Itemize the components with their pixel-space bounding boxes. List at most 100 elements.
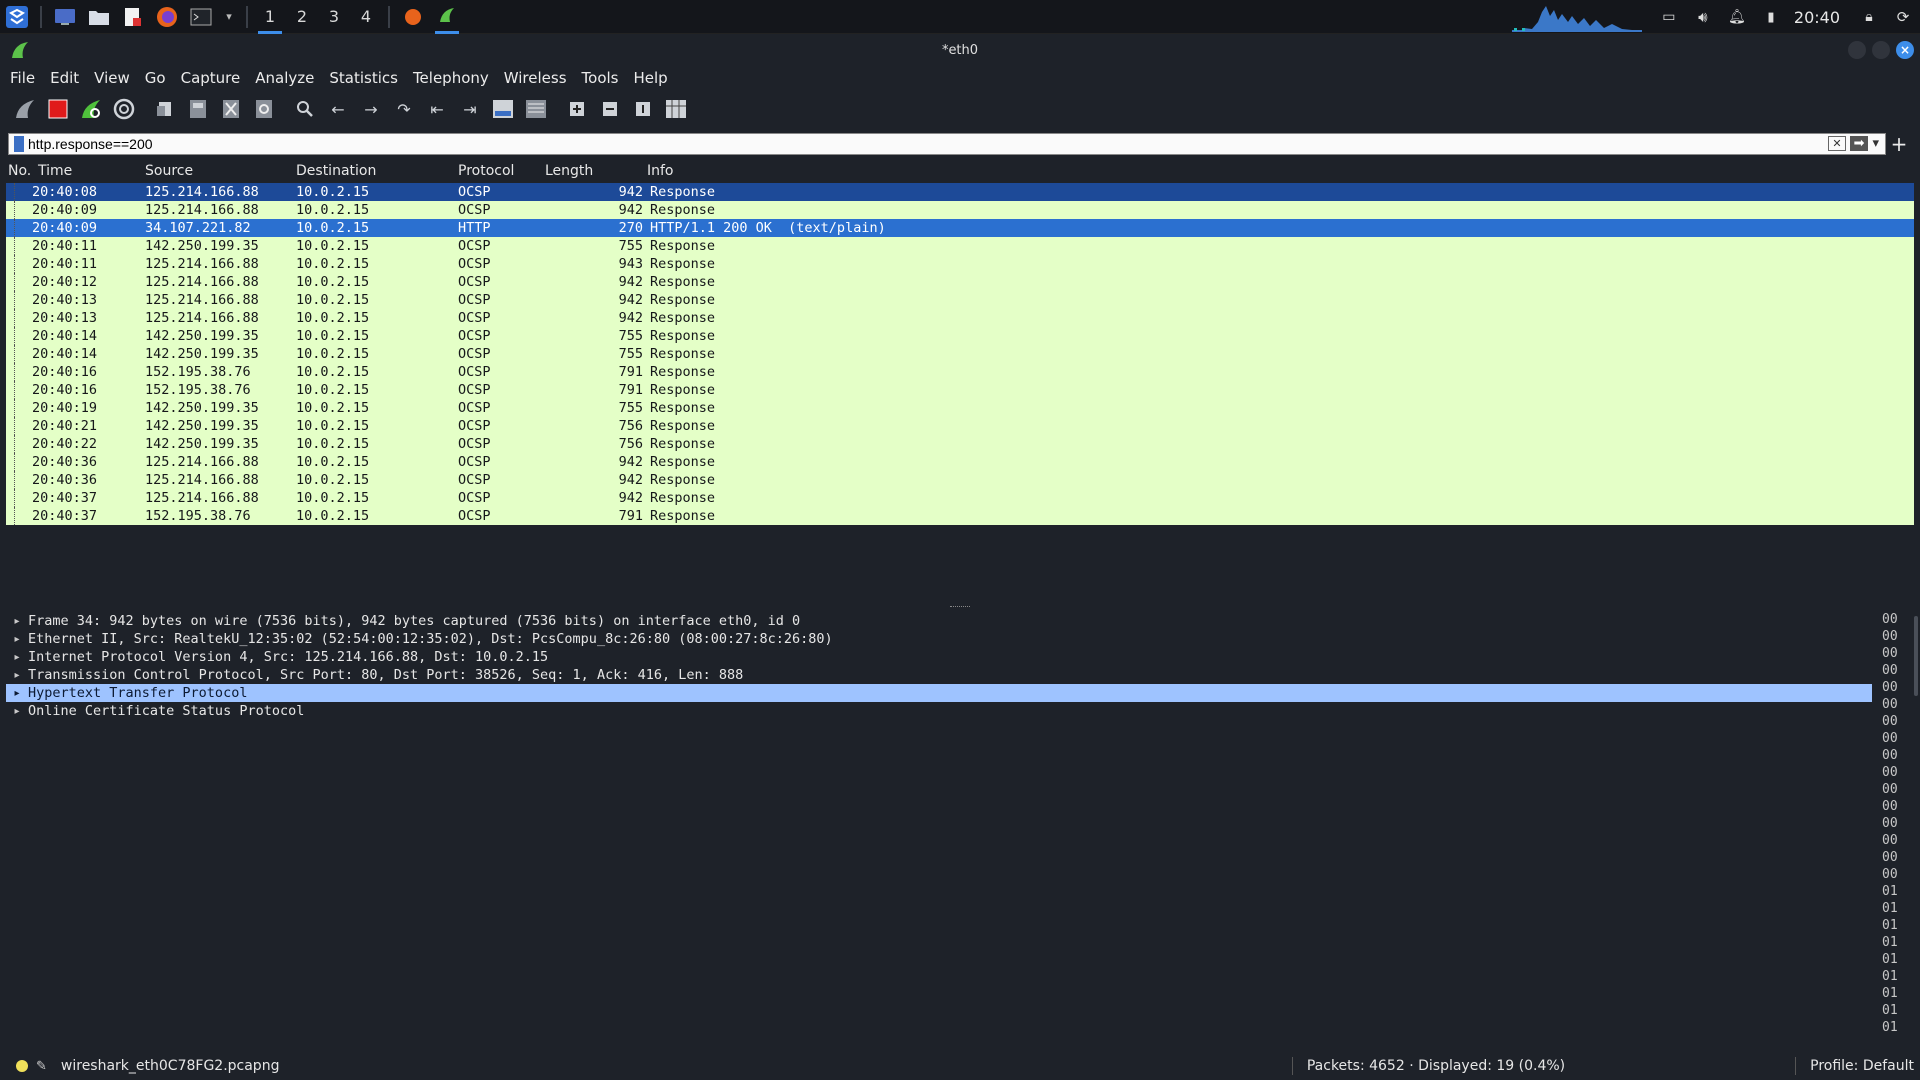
packet-row[interactable]: 20:40:16 152.195.38.76 10.0.2.15 OCSP 791 Res… [6,381,1914,399]
clear-filter-icon[interactable]: ✕ [1828,136,1846,151]
packet-row[interactable]: 20:40:11 125.214.166.88 10.0.2.15 OCSP 943 Re… [6,255,1914,273]
menu-capture[interactable]: Capture [181,69,241,87]
detail-tree-item[interactable]: ▸ Hypertext Transfer Protocol [6,684,1872,702]
zoom-in-icon[interactable] [564,96,590,122]
detail-tree-item[interactable]: ▸ Internet Protocol Version 4, Src: 125.2… [6,648,1872,666]
menu-statistics[interactable]: Statistics [329,69,398,87]
filter-bookmark-icon[interactable] [14,136,24,152]
app-menu-icon[interactable] [5,5,29,29]
go-back-icon[interactable]: ← [325,96,351,122]
close-file-icon[interactable] [218,96,244,122]
notification-bell-icon[interactable]: 🔔︎ [1725,5,1749,29]
menu-wireless[interactable]: Wireless [504,69,567,87]
packet-row[interactable]: 20:40:14 142.250.199.35 10.0.2.15 OCSP 755 Re… [6,327,1914,345]
menu-view[interactable]: View [94,69,130,87]
column-header-no[interactable]: No. [8,163,31,179]
workspace-3[interactable]: 3 [318,0,350,34]
packet-row[interactable]: 20:40:12 125.214.166.88 10.0.2.15 OCSP 942 Re… [6,273,1914,291]
menu-analyze[interactable]: Analyze [255,69,314,87]
detail-tree-item[interactable]: ▸ Ethernet II, Src: RealtekU_12:35:02 (52… [6,630,1872,648]
column-header-time[interactable]: Time [38,163,72,179]
wireshark-window-icon[interactable] [435,0,459,34]
last-packet-icon[interactable]: ⇥ [457,96,483,122]
packet-row[interactable]: 20:40:11 142.250.199.35 10.0.2.15 OCSP 755 Re… [6,237,1914,255]
column-header-destination[interactable]: Destination [296,163,376,179]
volume-icon[interactable]: 🔊︎ [1691,5,1715,29]
detail-tree-item[interactable]: ▸ Frame 34: 942 bytes on wire (7536 bits)… [6,612,1872,630]
first-packet-icon[interactable]: ⇤ [424,96,450,122]
detail-tree-item[interactable]: ▸ Online Certificate Status Protocol [6,702,1872,720]
packet-row[interactable]: 20:40:08 125.214.166.88 10.0.2.15 OCSP 942 Re… [6,183,1914,201]
packet-row[interactable]: 20:40:37 125.214.166.88 10.0.2.15 OCSP 942 Re… [6,489,1914,507]
menu-help[interactable]: Help [633,69,667,87]
packet-row[interactable]: 20:40:19 142.250.199.35 10.0.2.15 OCSP 755 Re… [6,399,1914,417]
workspace-1[interactable]: 1 [254,0,286,34]
zoom-out-icon[interactable] [597,96,623,122]
maximize-button[interactable] [1872,41,1890,59]
packet-row[interactable]: 20:40:36 125.214.166.88 10.0.2.15 OCSP 942 Re… [6,471,1914,489]
filter-history-chevron-down-icon[interactable]: ▾ [1872,136,1879,151]
go-forward-icon[interactable]: → [358,96,384,122]
packet-row[interactable]: 20:40:37 152.195.38.76 10.0.2.15 OCSP 791 Res… [6,507,1914,525]
column-header-info[interactable]: Info [647,163,674,179]
minimize-button[interactable] [1848,41,1866,59]
pane-splitter[interactable] [0,604,1920,610]
screen-icon[interactable]: ▭ [1657,5,1681,29]
expert-info-indicator-icon[interactable] [16,1060,28,1072]
profile-label[interactable]: Profile: Default [1810,1058,1914,1074]
clock[interactable]: 20:40 [1794,8,1840,27]
power-icon[interactable]: ⟳ [1891,5,1915,29]
autoscroll-icon[interactable] [490,96,516,122]
resize-columns-icon[interactable] [663,96,689,122]
capture-comment-icon[interactable]: ✎ [36,1059,47,1074]
packet-row[interactable]: 20:40:22 142.250.199.35 10.0.2.15 OCSP 756 Re… [6,435,1914,453]
packet-row[interactable]: 20:40:13 125.214.166.88 10.0.2.15 OCSP 942 Re… [6,309,1914,327]
colorize-icon[interactable] [523,96,549,122]
packet-row[interactable]: 20:40:16 152.195.38.76 10.0.2.15 OCSP 791 Res… [6,363,1914,381]
expand-arrow-icon[interactable]: ▸ [6,688,28,699]
file-manager-icon[interactable] [87,5,111,29]
packet-row[interactable]: 20:40:09 125.214.166.88 10.0.2.15 OCSP 942 Re… [6,201,1914,219]
add-filter-button-icon[interactable]: + [1886,132,1912,156]
menu-file[interactable]: File [10,69,35,87]
close-button[interactable]: × [1896,41,1914,59]
workspace-4[interactable]: 4 [350,0,382,34]
expand-arrow-icon[interactable]: ▸ [6,670,28,681]
normal-size-icon[interactable] [630,96,656,122]
start-capture-icon[interactable] [12,96,38,122]
packet-row[interactable]: 20:40:36 125.214.166.88 10.0.2.15 OCSP 942 Re… [6,453,1914,471]
go-to-packet-icon[interactable]: ↷ [391,96,417,122]
text-editor-icon[interactable] [121,5,145,29]
reload-file-icon[interactable] [251,96,277,122]
column-header-source[interactable]: Source [145,163,193,179]
packet-row[interactable]: 20:40:21 142.250.199.35 10.0.2.15 OCSP 756 Re… [6,417,1914,435]
workspace-2[interactable]: 2 [286,0,318,34]
detail-tree-item[interactable]: ▸ Transmission Control Protocol, Src Port… [6,666,1872,684]
packet-row[interactable]: 20:40:09 34.107.221.82 10.0.2.15 HTTP 270 HTT… [6,219,1914,237]
terminal-icon[interactable] [189,5,213,29]
battery-icon[interactable]: ▮ [1759,5,1783,29]
column-header-length[interactable]: Length [545,163,593,179]
menu-tools[interactable]: Tools [582,69,619,87]
expand-arrow-icon[interactable]: ▸ [6,634,28,645]
firefox-icon[interactable] [155,5,179,29]
firefox-window-icon[interactable] [401,5,425,29]
packet-row[interactable]: 20:40:14 142.250.199.35 10.0.2.15 OCSP 755 Re… [6,345,1914,363]
menu-telephony[interactable]: Telephony [413,69,489,87]
column-header-protocol[interactable]: Protocol [458,163,514,179]
expand-arrow-icon[interactable]: ▸ [6,616,28,627]
apply-filter-icon[interactable]: ➡ [1849,136,1869,151]
display-filter-input[interactable] [28,136,1728,152]
open-file-icon[interactable] [152,96,178,122]
bytes-scrollbar[interactable] [1914,616,1918,696]
expand-arrow-icon[interactable]: ▸ [6,652,28,663]
packet-row[interactable]: 20:40:13 125.214.166.88 10.0.2.15 OCSP 942 Re… [6,291,1914,309]
chevron-down-icon[interactable]: ▾ [223,5,235,29]
expand-arrow-icon[interactable]: ▸ [6,706,28,717]
find-packet-icon[interactable] [292,96,318,122]
capture-options-icon[interactable] [111,96,137,122]
save-file-icon[interactable] [185,96,211,122]
menu-go[interactable]: Go [145,69,166,87]
lock-icon[interactable]: 🔒︎ [1857,5,1881,29]
restart-capture-icon[interactable] [78,96,104,122]
